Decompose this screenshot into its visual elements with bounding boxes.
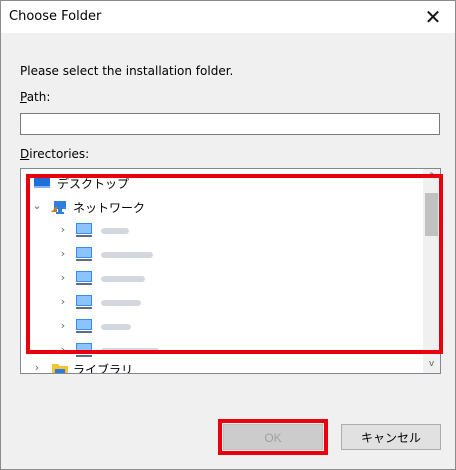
- computer-icon: [76, 247, 92, 261]
- tree-item-label: ネットワーク: [73, 201, 146, 215]
- directory-tree[interactable]: デスクトップ ⌄ ネットワーク › › › › › › › ライブラリ ^ v: [20, 168, 441, 374]
- obscured-label: [101, 252, 153, 258]
- chevron-right-icon[interactable]: ›: [57, 343, 69, 357]
- tree-item-computer[interactable]: ›: [21, 219, 421, 243]
- directories-label-accesskey: D: [20, 147, 30, 161]
- scroll-up-icon[interactable]: ^: [423, 169, 440, 186]
- title-bar: Choose Folder ✕: [1, 1, 455, 33]
- dialog-title: Choose Folder: [9, 9, 102, 24]
- obscured-label: [101, 276, 145, 282]
- close-icon[interactable]: ✕: [411, 1, 455, 33]
- directories-label: Directories:: [20, 147, 89, 161]
- tree-item-label: デスクトップ: [57, 177, 130, 191]
- tree-item-computer[interactable]: ›: [21, 315, 421, 339]
- computer-icon: [76, 223, 92, 237]
- computer-icon: [76, 295, 92, 309]
- desktop-icon: [34, 176, 50, 188]
- chevron-right-icon[interactable]: ›: [57, 271, 69, 285]
- path-label: Path:: [20, 90, 50, 104]
- instruction-text: Please select the installation folder.: [20, 64, 234, 78]
- tree-item-computer[interactable]: ›: [21, 291, 421, 315]
- obscured-label: [101, 228, 129, 234]
- network-icon: [51, 201, 66, 214]
- obscured-label: [101, 300, 141, 306]
- path-label-rest: ath:: [26, 90, 51, 104]
- chevron-right-icon[interactable]: ›: [57, 247, 69, 261]
- choose-folder-dialog: Choose Folder ✕ Please select the instal…: [0, 0, 456, 470]
- tree-item-network[interactable]: ⌄ ネットワーク: [21, 195, 421, 219]
- tree-scrollbar[interactable]: ^ v: [423, 169, 440, 373]
- chevron-right-icon[interactable]: ›: [57, 295, 69, 309]
- scroll-down-icon[interactable]: v: [423, 356, 440, 373]
- obscured-label: [101, 324, 131, 330]
- obscured-label: [101, 348, 159, 354]
- path-input[interactable]: [20, 113, 440, 135]
- computer-icon: [76, 319, 92, 333]
- tree-item-desktop[interactable]: デスクトップ: [21, 171, 421, 195]
- chevron-right-icon[interactable]: ›: [57, 223, 69, 237]
- library-folder-icon: [52, 364, 68, 373]
- path-label-accesskey: P: [20, 90, 27, 104]
- scroll-thumb[interactable]: [425, 193, 438, 236]
- tree-item-computer[interactable]: ›: [21, 267, 421, 291]
- chevron-right-icon[interactable]: ›: [31, 361, 43, 373]
- ok-button[interactable]: OK: [223, 424, 323, 450]
- tree-item-label: ライブラリ: [73, 363, 134, 374]
- chevron-right-icon[interactable]: ›: [57, 319, 69, 333]
- computer-icon: [76, 271, 92, 285]
- tree-item-computer[interactable]: ›: [21, 243, 421, 267]
- tree-item-library[interactable]: › ライブラリ: [21, 357, 421, 374]
- computer-icon: [76, 343, 92, 357]
- cancel-button[interactable]: キャンセル: [341, 424, 441, 450]
- directories-label-rest: irectories:: [29, 147, 90, 161]
- chevron-down-icon[interactable]: ⌄: [31, 199, 43, 213]
